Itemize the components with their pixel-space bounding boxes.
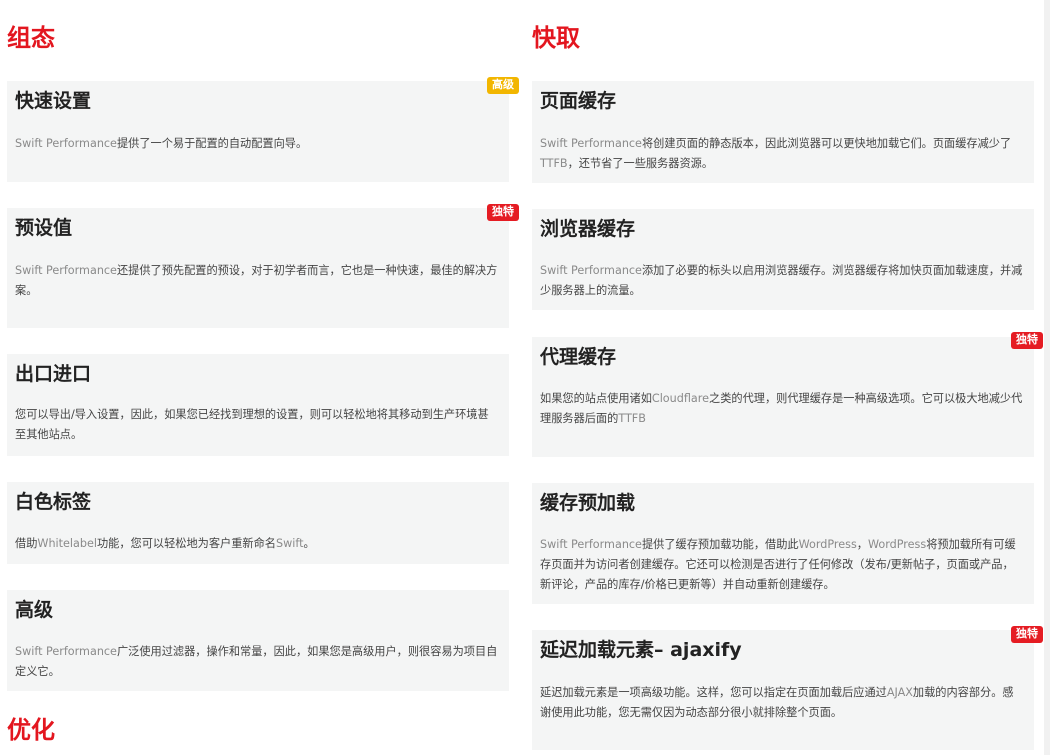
desc-text: ， [856, 538, 868, 551]
brand-text: Swift Performance [540, 264, 642, 277]
card-description: 借助Whitelabel功能，您可以轻松地为客户重新命名Swift。 [15, 534, 499, 554]
desc-text: 借助 [15, 537, 38, 550]
card-description: Swift Performance将创建页面的静态版本，因此浏览器可以更快地加载… [540, 134, 1024, 174]
card-description: Swift Performance还提供了预先配置的预设，对于初学者而言，它也是… [15, 261, 499, 301]
desc-text: 将创建页面的静态版本，因此浏览器可以更快地加载它们。页面缓存减少了 [641, 137, 1012, 150]
card-description: 延迟加载元素是一项高级功能。这样，您可以指定在页面加载后应通过AJAX加载的内容… [540, 683, 1024, 723]
card-description: Swift Performance提供了缓存预加载功能，借助此WordPress… [540, 535, 1024, 595]
section-title-cache: 快取 [532, 24, 580, 52]
brand-text: Swift Performance [15, 264, 117, 277]
section-title-optimize: 优化 [7, 716, 55, 744]
scrollbar[interactable] [1044, 0, 1050, 755]
card-title: 浏览器缓存 [540, 218, 636, 240]
card-title: 白色标签 [15, 491, 92, 513]
desc-text: 如果您的站点使用诸如 [540, 392, 652, 405]
badge-unique: 独特 [1011, 332, 1043, 349]
brand-text: Cloudflare [651, 392, 709, 405]
card-description: Swift Performance添加了必要的标头以启用浏览器缓存。浏览器缓存将… [540, 261, 1024, 301]
feature-card-page-cache: 页面缓存 Swift Performance将创建页面的静态版本，因此浏览器可以… [532, 81, 1034, 183]
desc-text: 提供了缓存预加载功能，借助此 [641, 538, 799, 551]
card-description: Swift Performance提供了一个易于配置的自动配置向导。 [15, 134, 499, 154]
card-title: 预设值 [15, 217, 73, 239]
card-title: 出口进口 [15, 363, 92, 385]
feature-card-lazy-load: 延迟加载元素– ajaxify 延迟加载元素是一项高级功能。这样，您可以指定在页… [532, 630, 1034, 750]
card-description: Swift Performance广泛使用过滤器，操作和常量，因此，如果您是高级… [15, 642, 499, 682]
brand-text: Swift Performance [15, 645, 117, 658]
desc-text: 。 [303, 537, 315, 550]
section-title-config: 组态 [7, 24, 55, 52]
feature-card-quick-setup: 快速设置 Swift Performance提供了一个易于配置的自动配置向导。 [7, 81, 509, 182]
brand-text: WordPress [868, 538, 927, 551]
card-title: 高级 [15, 599, 54, 621]
brand-text: WordPress [798, 538, 857, 551]
brand-text: Swift Performance [540, 137, 642, 150]
badge-unique: 独特 [487, 204, 519, 221]
brand-text: TTFB [618, 412, 646, 425]
feature-card-cache-preload: 缓存预加载 Swift Performance提供了缓存预加载功能，借助此Wor… [532, 483, 1034, 604]
feature-card-browser-cache: 浏览器缓存 Swift Performance添加了必要的标头以启用浏览器缓存。… [532, 209, 1034, 310]
desc-text: 提供了一个易于配置的自动配置向导。 [116, 137, 308, 150]
feature-card-white-label: 白色标签 借助Whitelabel功能，您可以轻松地为客户重新命名Swift。 [7, 482, 509, 564]
brand-text: TTFB [540, 157, 568, 170]
card-title: 缓存预加载 [540, 492, 636, 514]
card-title: 页面缓存 [540, 90, 617, 112]
brand-text: Swift Performance [540, 538, 642, 551]
feature-card-presets: 预设值 Swift Performance还提供了预先配置的预设，对于初学者而言… [7, 208, 509, 328]
card-description: 如果您的站点使用诸如Cloudflare之类的代理，则代理缓存是一种高级选项。它… [540, 389, 1024, 429]
feature-card-proxy-cache: 代理缓存 如果您的站点使用诸如Cloudflare之类的代理，则代理缓存是一种高… [532, 337, 1034, 457]
desc-text: 延迟加载元素是一项高级功能。这样，您可以指定在页面加载后应通过 [540, 686, 887, 699]
brand-text: AJAX [886, 686, 913, 699]
feature-card-advanced: 高级 Swift Performance广泛使用过滤器，操作和常量，因此，如果您… [7, 590, 509, 691]
desc-text: ，还节省了一些服务器资源。 [567, 157, 714, 170]
desc-text: 功能，您可以轻松地为客户重新命名 [96, 537, 276, 550]
brand-text: Swift [276, 537, 304, 550]
badge-advanced: 高级 [487, 77, 519, 94]
card-description: 您可以导出/导入设置，因此，如果您已经找到理想的设置，则可以轻松地将其移动到生产… [15, 408, 489, 441]
brand-text: Swift Performance [15, 137, 117, 150]
card-title: 快速设置 [15, 90, 92, 112]
feature-card-import-export: 出口进口 您可以导出/导入设置，因此，如果您已经找到理想的设置，则可以轻松地将其… [7, 354, 509, 456]
brand-text: Whitelabel [37, 537, 97, 550]
card-title: 代理缓存 [540, 346, 617, 368]
badge-unique: 独特 [1011, 626, 1043, 643]
card-title: 延迟加载元素– ajaxify [540, 639, 742, 661]
